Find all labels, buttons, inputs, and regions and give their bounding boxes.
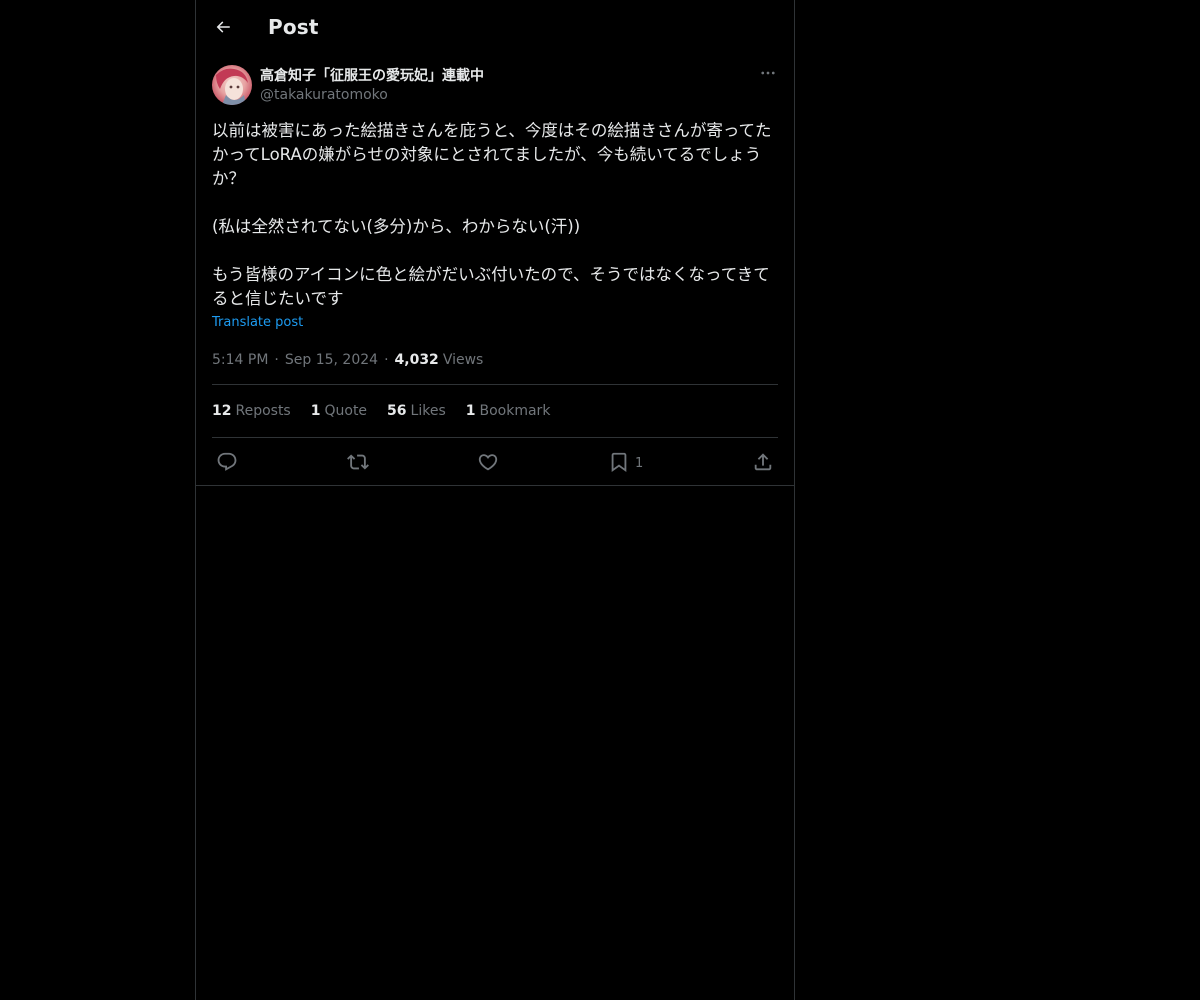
arrow-left-icon [216,20,230,33]
top-bar: Post [196,0,794,53]
bookmarks-count: 1 [465,403,476,419]
more-options-button[interactable] [758,63,778,83]
author-names: 高倉知子「征服王の愛玩妃」連載中 @takakuratomoko [260,65,758,105]
reposts-stat[interactable]: 12 Reposts [212,403,291,419]
avatar-image [212,65,252,105]
share-icon [754,452,772,470]
meta-separator: · [274,352,279,368]
like-button[interactable] [477,445,499,479]
author-handle[interactable]: @takakuratomoko [260,85,758,105]
bookmarks-label: Bookmark [479,403,551,419]
likes-count: 56 [387,403,407,419]
quotes-label: Quote [324,403,368,419]
reply-bubble-icon [217,452,237,471]
translate-post-link[interactable]: Translate post [212,315,303,330]
views-count: 4,032 [394,352,439,368]
reply-button[interactable] [216,445,238,479]
engagement-stats: 12 Reposts 1 Quote 56 Likes 1 Bookmark [212,385,778,438]
avatar[interactable] [212,65,252,105]
repost-icon [346,454,369,469]
reposts-label: Reposts [235,403,291,419]
reposts-count: 12 [212,403,232,419]
post-meta: 5:14 PM · Sep 15, 2024 · 4,032 Views [212,348,778,385]
action-bar: 1 [212,438,778,485]
post: 高倉知子「征服王の愛玩妃」連載中 @takakuratomoko 以前は被害にあ… [196,53,794,486]
heart-icon [479,453,498,470]
likes-stat[interactable]: 56 Likes [387,403,446,419]
share-button[interactable] [752,445,774,479]
bookmarks-stat[interactable]: 1 Bookmark [466,403,551,419]
post-time[interactable]: 5:14 PM [212,352,268,368]
more-dots-icon [761,71,775,75]
back-button[interactable] [212,16,234,38]
page-title: Post [268,14,319,39]
quotes-stat[interactable]: 1 Quote [311,403,367,419]
main-column: Post 高倉知子「征服王の愛玩妃」連載中 @takakuratomoko 以前… [195,0,795,1000]
author-display-name[interactable]: 高倉知子「征服王の愛玩妃」連載中 [260,67,758,85]
quotes-count: 1 [310,403,321,419]
post-date[interactable]: Sep 15, 2024 [285,352,378,368]
repost-button[interactable] [346,445,369,479]
bookmark-count: 1 [635,455,644,471]
bookmark-button[interactable]: 1 [608,445,643,479]
views-label: Views [442,352,484,368]
bookmark-icon [611,452,627,472]
post-text: 以前は被害にあった絵描きさんを庇うと、今度はその絵描きさんが寄ってたかってLoR… [212,121,772,308]
author-row: 高倉知子「征服王の愛玩妃」連載中 @takakuratomoko [212,65,778,105]
likes-label: Likes [410,403,446,419]
meta-separator: · [384,352,389,368]
